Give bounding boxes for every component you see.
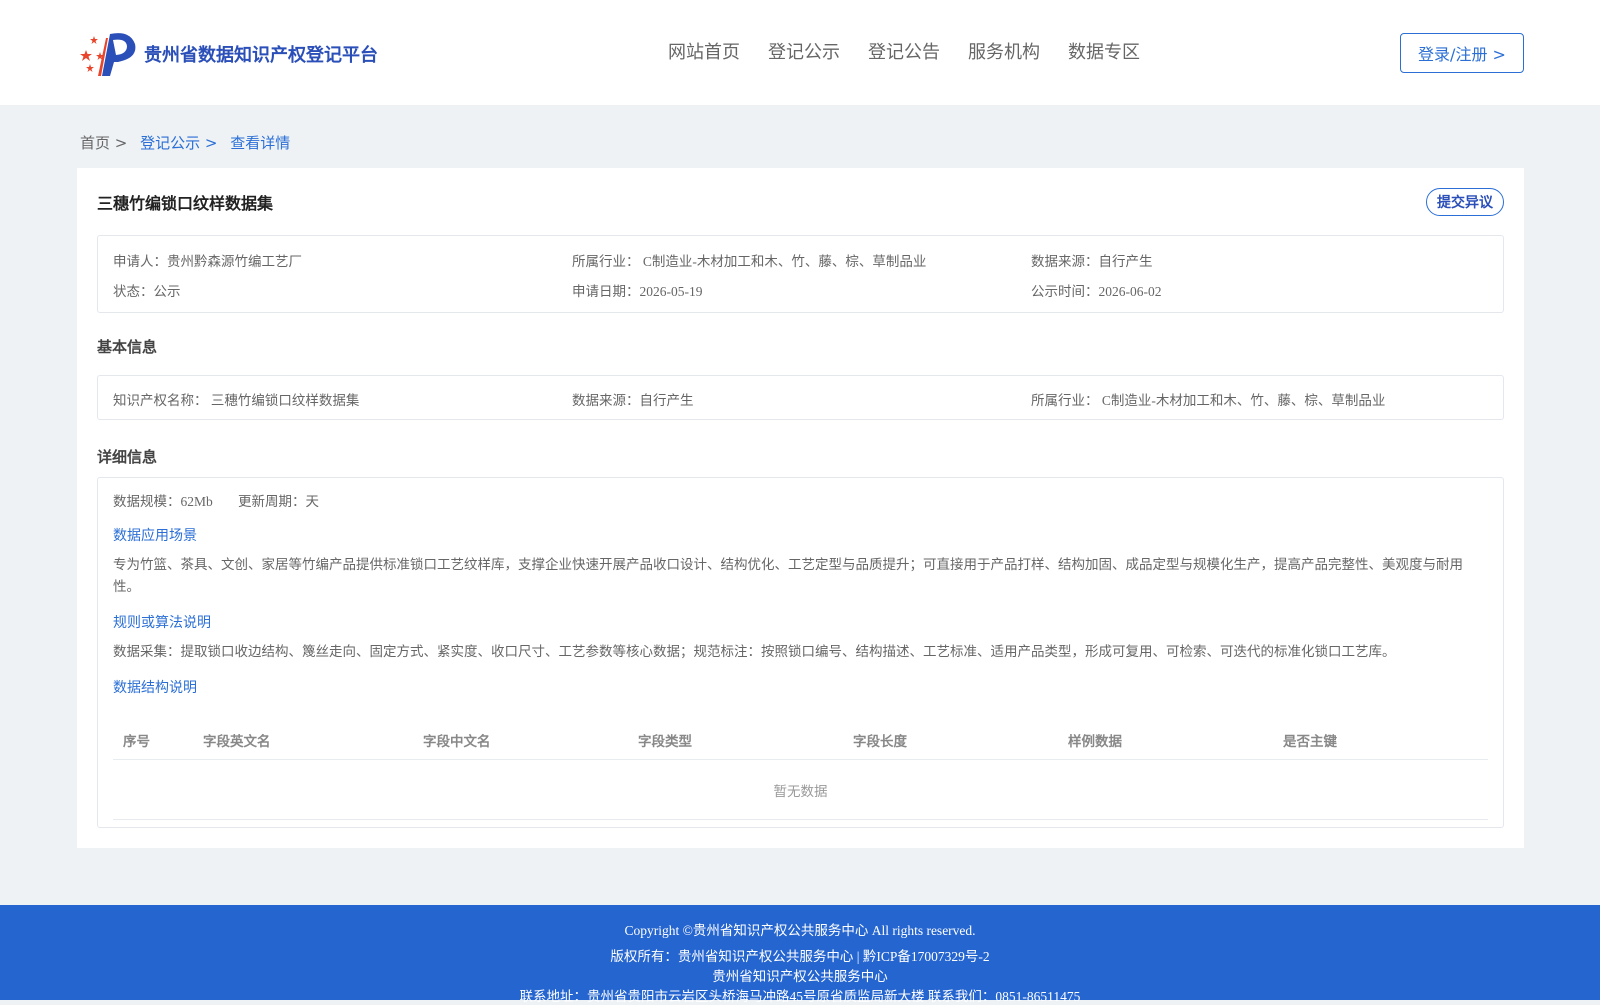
rule-text: 数据采集：提取锁口收边结构、篾丝走向、固定方式、紧实度、收口尺寸、工艺参数等核心…	[113, 644, 1396, 659]
rule-title: 规则或算法说明	[113, 616, 211, 631]
logo[interactable]: 贵州省数据知识产权登记平台	[80, 28, 378, 80]
scenario-text: 专为竹篮、茶具、文创、家居等竹编产品提供标准锁口工艺纹样库，支撑企业快速开展产品…	[113, 557, 1463, 594]
nav-data-zone[interactable]: 数据专区	[1068, 38, 1140, 64]
logo-emblem-icon	[80, 33, 136, 76]
apply-date: 申请日期：2026-05-19	[572, 284, 703, 299]
breadcrumb: 首页 > 登记公示 > 查看详情	[80, 132, 298, 153]
nav-service-agencies[interactable]: 服务机构	[968, 38, 1040, 64]
column-sample: 样例数据	[1068, 734, 1122, 750]
login-register-button[interactable]: 登录/注册 >	[1400, 33, 1524, 73]
applicant: 申请人：贵州黔森源竹编工艺厂	[113, 254, 302, 269]
status: 状态：公示	[113, 284, 181, 299]
column-index: 序号	[123, 734, 150, 750]
column-primary-key: 是否主键	[1283, 734, 1337, 750]
basic-info-box: 知识产权名称： 三穗竹编锁口纹样数据集 数据来源：自行产生 所属行业： C制造业…	[97, 375, 1504, 420]
footer-copyright: Copyright ©贵州省知识产权公共服务中心 All rights rese…	[624, 923, 976, 938]
scenario-title: 数据应用场景	[113, 529, 197, 544]
breadcrumb-current: 查看详情	[230, 134, 291, 152]
data-source: 数据来源：自行产生	[1031, 254, 1153, 269]
footer: Copyright ©贵州省知识产权公共服务中心 All rights rese…	[0, 905, 1600, 1004]
column-length: 字段长度	[853, 734, 907, 750]
table-empty-state: 暂无数据	[113, 760, 1488, 820]
column-english-name: 字段英文名	[203, 734, 271, 750]
detail-card: 三穗竹编锁口纹样数据集 提交异议 申请人：贵州黔森源竹编工艺厂 所属行业： C制…	[77, 168, 1524, 848]
breadcrumb-home[interactable]: 首页 >	[80, 134, 127, 152]
basic-industry: 所属行业： C制造业-木材加工和木、竹、藤、棕、草制品业	[1031, 393, 1386, 408]
structure-title: 数据结构说明	[113, 681, 197, 696]
footer-address: 联系地址：贵州省贵阳市云岩区头桥海马冲路45号原省质监局新大楼 联系我们：085…	[519, 989, 1081, 1004]
detail-info-box: 数据规模：62Mb 更新周期：天 数据应用场景 专为竹篮、茶具、文创、家居等竹编…	[97, 477, 1504, 828]
nav-home[interactable]: 网站首页	[668, 38, 740, 64]
ip-name: 知识产权名称： 三穗竹编锁口纹样数据集	[113, 393, 360, 408]
page-title: 三穗竹编锁口纹样数据集	[97, 194, 274, 213]
detail-info-heading: 详细信息	[97, 448, 158, 466]
footer-org: 贵州省知识产权公共服务中心	[712, 969, 888, 984]
summary-box: 申请人：贵州黔森源竹编工艺厂 所属行业： C制造业-木材加工和木、竹、藤、棕、草…	[97, 235, 1504, 313]
basic-data-source: 数据来源：自行产生	[572, 393, 694, 408]
data-scale: 数据规模：62Mb	[113, 494, 213, 509]
industry: 所属行业： C制造业-木材加工和木、竹、藤、棕、草制品业	[572, 254, 927, 269]
submit-objection-button[interactable]: 提交异议	[1426, 188, 1504, 216]
update-cycle: 更新周期：天	[238, 494, 319, 509]
column-chinese-name: 字段中文名	[423, 734, 491, 750]
main-nav: 网站首页 登记公示 登记公告 服务机构 数据专区	[668, 38, 1168, 64]
structure-table-header: 序号 字段英文名 字段中文名 字段类型 字段长度 样例数据 是否主键	[113, 716, 1488, 760]
breadcrumb-section[interactable]: 登记公示 >	[140, 134, 217, 152]
nav-registration-publicity[interactable]: 登记公示	[768, 38, 840, 64]
basic-info-heading: 基本信息	[97, 338, 158, 356]
column-type: 字段类型	[638, 734, 692, 750]
publish-date: 公示时间：2026-06-02	[1031, 284, 1162, 299]
footer-owner: 版权所有：贵州省知识产权公共服务中心 | 黔ICP备17007329号-2	[610, 949, 990, 964]
header: 贵州省数据知识产权登记平台 网站首页 登记公示 登记公告 服务机构 数据专区 登…	[0, 0, 1600, 105]
nav-registration-announcement[interactable]: 登记公告	[868, 38, 940, 64]
logo-text: 贵州省数据知识产权登记平台	[144, 45, 378, 66]
